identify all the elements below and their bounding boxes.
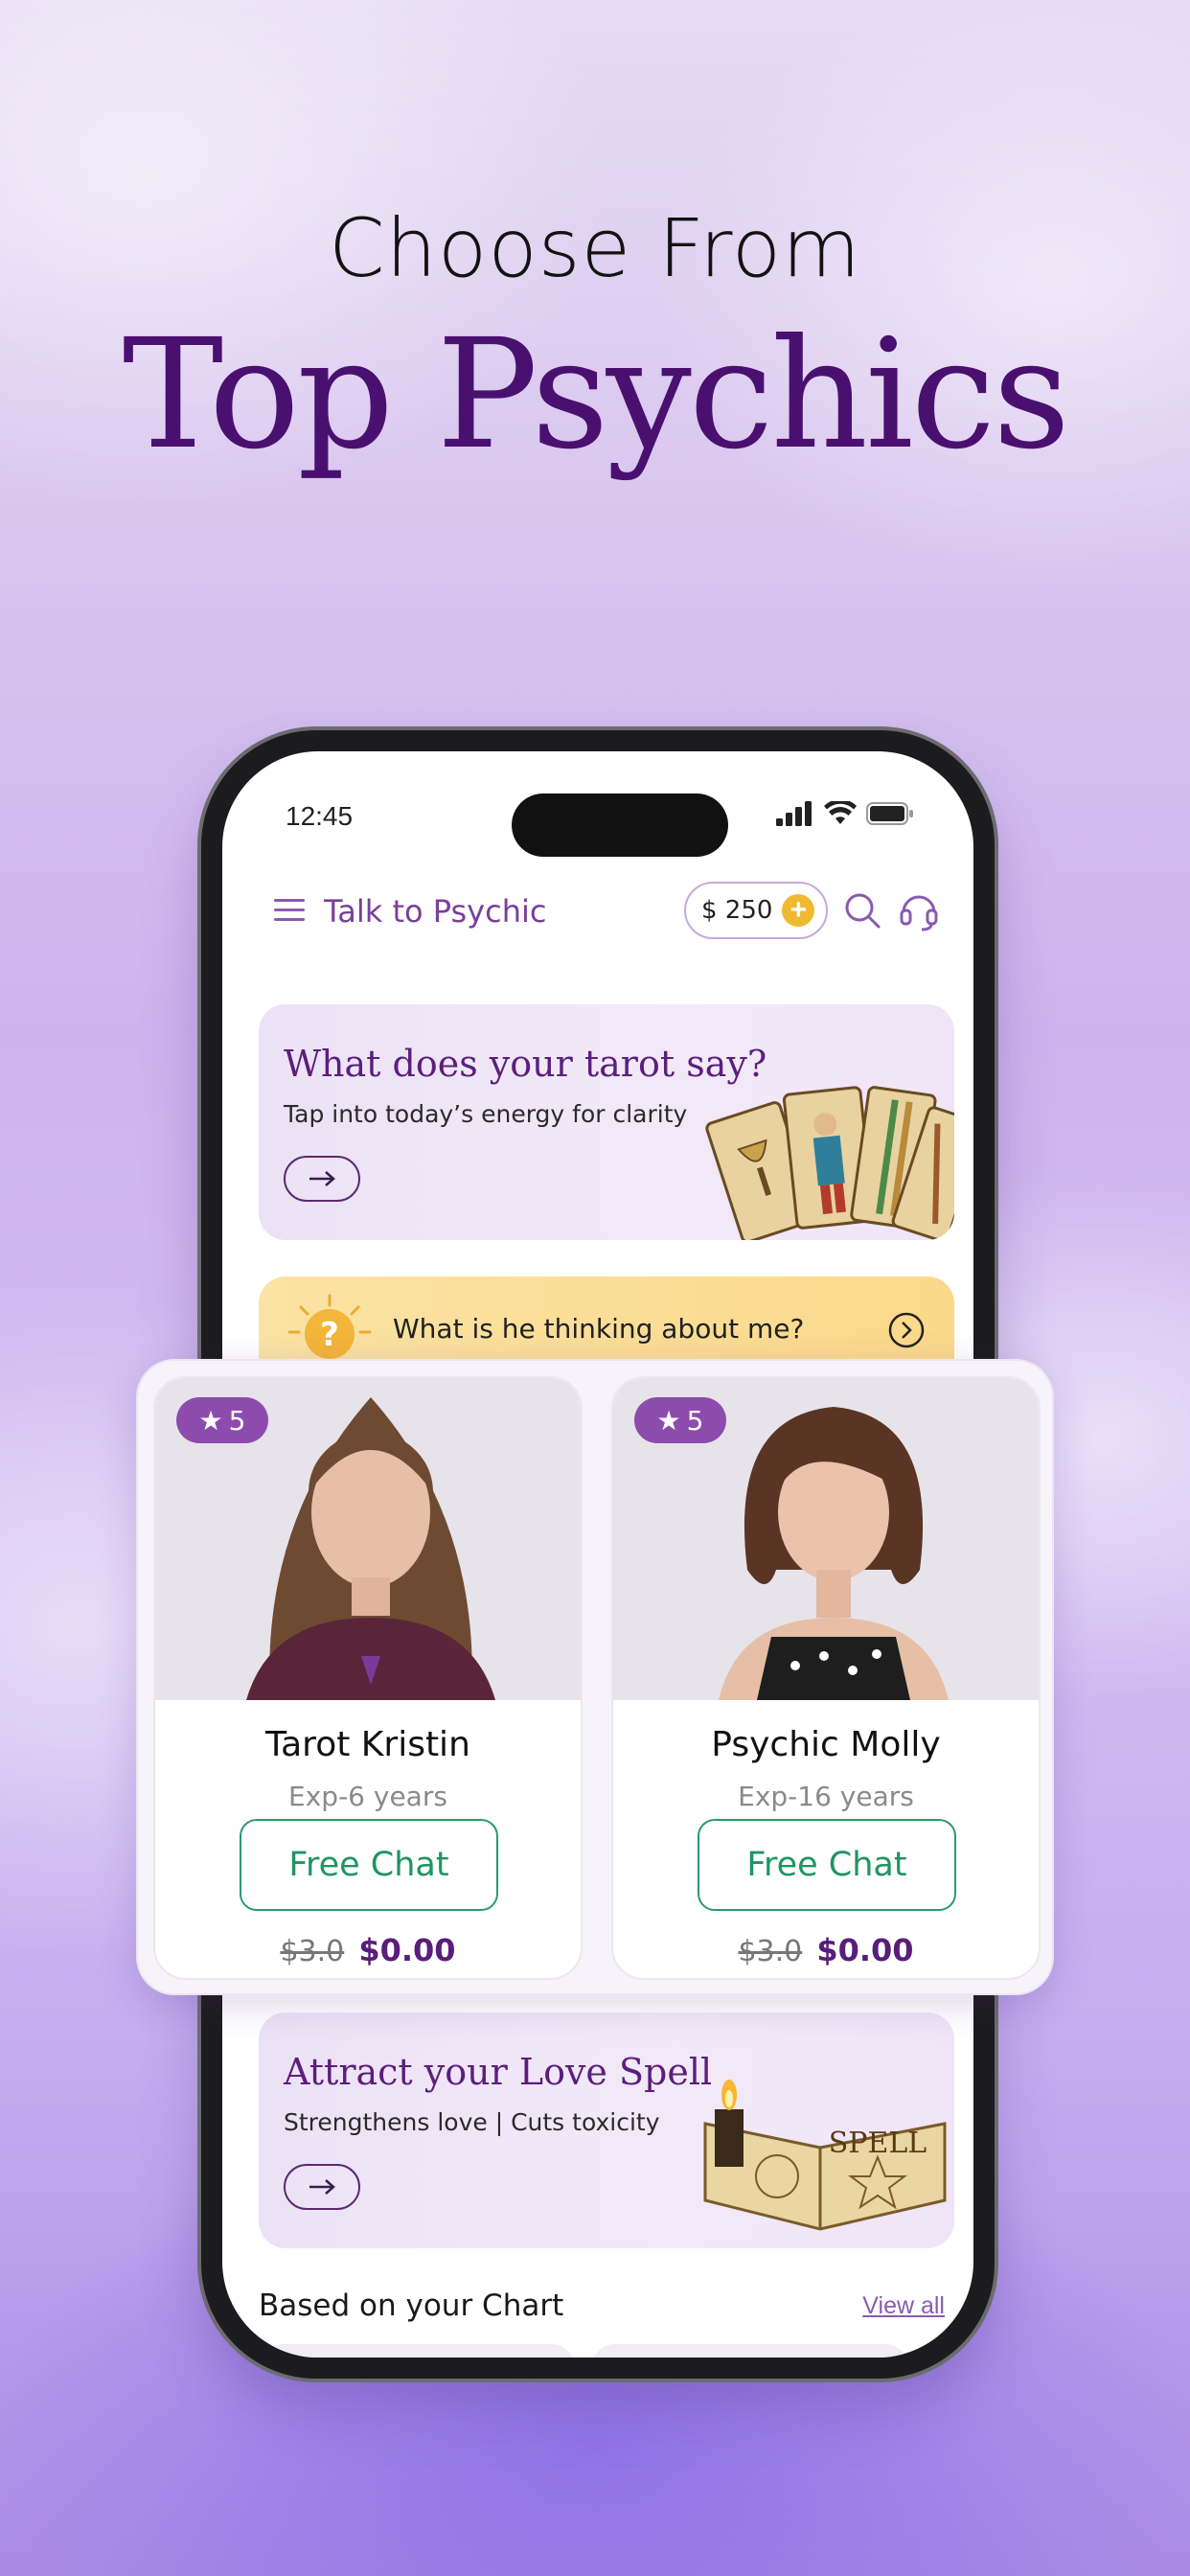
rating-badge: ★ 5 (176, 1397, 268, 1443)
current-price: $0.00 (358, 1932, 456, 1968)
chart-psychic-card[interactable]: ★ 5 (592, 2344, 908, 2358)
psychic-name: Psychic Molly (711, 1725, 941, 1764)
battery-icon (866, 802, 913, 825)
psychic-experience: Exp-6 years (288, 1781, 447, 1812)
tarot-cards-icon (705, 1086, 954, 1240)
old-price: $3.0 (738, 1935, 803, 1968)
free-chat-button[interactable]: Free Chat (698, 1819, 956, 1911)
rating-badge: ★ 5 (634, 1397, 726, 1443)
wallet-balance-button[interactable]: $ 250 + (684, 882, 828, 939)
add-funds-icon[interactable]: + (782, 894, 815, 927)
chevron-right-circle-icon[interactable] (887, 1311, 926, 1349)
app-title: Talk to Psychic (324, 893, 547, 930)
chart-psychic-card[interactable]: ★ 5 (259, 2344, 575, 2358)
status-bar: 12:45 (222, 751, 973, 857)
psychic-name: Tarot Kristin (265, 1725, 470, 1764)
tarot-banner-title: What does your tarot say? (284, 1043, 767, 1085)
psychic-card[interactable]: ★ 5 Psychic Molly Exp-16 years Free Chat… (611, 1376, 1041, 1980)
spell-book-candle-icon: SPELL (703, 2080, 947, 2231)
menu-icon[interactable] (274, 898, 305, 923)
svg-text:?: ? (320, 1316, 339, 1354)
wallet-amount: $ 250 (701, 896, 773, 925)
support-headset-icon[interactable] (899, 889, 939, 932)
tarot-banner[interactable]: What does your tarot say? Tap into today… (259, 1004, 954, 1240)
star-icon: ★ (198, 1404, 223, 1437)
view-all-link[interactable]: View all (862, 2292, 945, 2320)
price-row: $3.0 $0.00 (155, 1932, 581, 1968)
psychic-card[interactable]: ★ 5 Tarot Kristin Exp-6 years Free Chat … (153, 1376, 583, 1980)
signal-icon (776, 801, 812, 826)
love-banner-arrow-button[interactable] (284, 2164, 360, 2210)
status-time: 12:45 (286, 801, 354, 831)
wifi-icon (824, 801, 857, 824)
dynamic-island (512, 794, 728, 857)
free-chat-button[interactable]: Free Chat (240, 1819, 498, 1911)
love-spell-banner[interactable]: Attract your Love Spell Strengthens love… (259, 2012, 954, 2248)
chart-section-header: Based on your Chart View all (259, 2283, 954, 2331)
psychic-experience: Exp-16 years (738, 1781, 914, 1812)
tarot-banner-arrow-button[interactable] (284, 1156, 360, 1202)
star-icon: ★ (656, 1404, 681, 1437)
current-price: $0.00 (816, 1932, 914, 1968)
price-row: $3.0 $0.00 (613, 1932, 1039, 1968)
love-banner-title: Attract your Love Spell (284, 2051, 713, 2093)
love-banner-subtitle: Strengthens love | Cuts toxicity (284, 2108, 660, 2136)
arrow-right-icon (309, 1171, 335, 1186)
thinking-banner-text: What is he thinking about me? (393, 1313, 805, 1345)
psychic-cards-panel: ★ 5 Tarot Kristin Exp-6 years Free Chat … (136, 1359, 1054, 1995)
status-icons (776, 801, 914, 826)
hero-line-2: Top Psychics (122, 307, 1070, 483)
search-icon[interactable] (843, 891, 881, 930)
svg-text:SPELL: SPELL (829, 2127, 927, 2160)
tarot-banner-subtitle: Tap into today’s energy for clarity (284, 1100, 688, 1128)
app-header: Talk to Psychic $ 250 + (222, 866, 973, 953)
old-price: $3.0 (280, 1935, 345, 1968)
hero-line-1: Choose From (329, 201, 861, 295)
arrow-right-icon (309, 2179, 335, 2195)
section-title: Based on your Chart (259, 2288, 564, 2323)
